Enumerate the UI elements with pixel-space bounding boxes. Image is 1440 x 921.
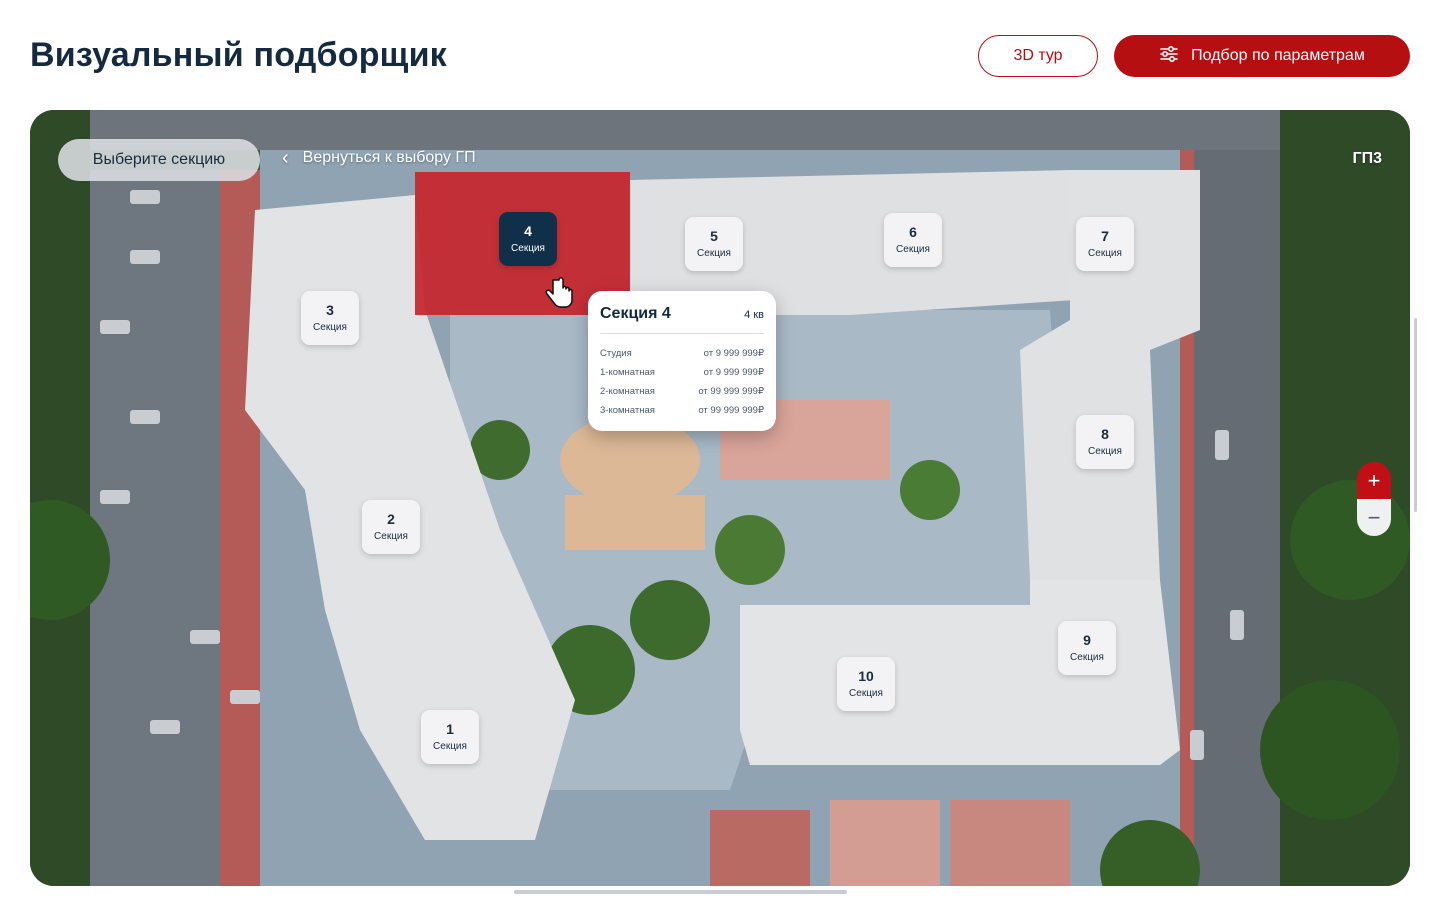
page-title: Визуальный подборщик <box>30 36 447 74</box>
horizontal-scrollbar[interactable] <box>514 890 847 894</box>
section-number: 3 <box>326 302 334 318</box>
filter-params-label: Подбор по параметрам <box>1191 47 1365 64</box>
3d-tour-button[interactable]: 3D тур <box>978 35 1098 77</box>
section-number: 7 <box>1101 228 1109 244</box>
section-label: Секция <box>697 248 731 259</box>
tooltip-row: 2-комнатная от 99 999 999₽ <box>600 382 764 401</box>
vertical-scrollbar[interactable] <box>1414 318 1417 512</box>
hand-cursor-icon <box>545 277 573 308</box>
zoom-in-button[interactable]: + <box>1357 462 1391 499</box>
section-label: Секция <box>1088 446 1122 457</box>
select-section-chip[interactable]: Выберите секцию <box>58 139 260 181</box>
section-number: 2 <box>387 511 395 527</box>
tooltip-row: Студия от 9 999 999₽ <box>600 344 764 363</box>
section-badge-9[interactable]: 9 Секция <box>1058 621 1116 675</box>
apartment-price: от 9 999 999₽ <box>703 367 764 378</box>
section-number: 5 <box>710 228 718 244</box>
section-badge-2[interactable]: 2 Секция <box>362 500 420 554</box>
section-label: Секция <box>511 243 545 254</box>
section-label: Секция <box>313 322 347 333</box>
apartment-price: от 99 999 999₽ <box>698 386 764 397</box>
apartment-price: от 9 999 999₽ <box>703 348 764 359</box>
site-plan-map[interactable]: Выберите секцию ‹ Вернуться к выбору ГП … <box>30 110 1410 886</box>
sliders-icon <box>1159 44 1179 69</box>
section-label: Секция <box>374 531 408 542</box>
apartment-type: 3-комнатная <box>600 405 655 416</box>
section-number: 9 <box>1083 632 1091 648</box>
section-badge-4[interactable]: 4 Секция <box>499 212 557 266</box>
zoom-out-button[interactable]: − <box>1357 499 1391 536</box>
section-number: 10 <box>858 668 874 684</box>
section-badge-6[interactable]: 6 Секция <box>884 213 942 267</box>
back-to-gp-label: Вернуться к выбору ГП <box>302 149 476 166</box>
section-label: Секция <box>433 741 467 752</box>
3d-tour-label: 3D тур <box>1013 47 1063 64</box>
section-number: 6 <box>909 224 917 240</box>
section-badge-3[interactable]: 3 Секция <box>301 291 359 345</box>
section-label: Секция <box>896 244 930 255</box>
tooltip-row: 3-комнатная от 99 999 999₽ <box>600 401 764 420</box>
section-number: 1 <box>446 721 454 737</box>
section-number: 8 <box>1101 426 1109 442</box>
section-label: Секция <box>1070 652 1104 663</box>
section-label: Секция <box>1088 248 1122 259</box>
section-badge-7[interactable]: 7 Секция <box>1076 217 1134 271</box>
chevron-left-icon: ‹ <box>282 147 289 169</box>
apartment-type: 1-комнатная <box>600 367 655 378</box>
apartment-type: Студия <box>600 348 632 359</box>
tooltip-count: 4 кв <box>744 309 764 321</box>
select-section-label: Выберите секцию <box>92 151 226 168</box>
tooltip-title: Секция 4 <box>600 305 671 322</box>
zoom-controls: + − <box>1357 462 1391 536</box>
section-badge-10[interactable]: 10 Секция <box>837 657 895 711</box>
tooltip-row: 1-комнатная от 9 999 999₽ <box>600 363 764 382</box>
building-label: ГП3 <box>1352 150 1382 167</box>
back-to-gp-link[interactable]: ‹ Вернуться к выбору ГП <box>282 148 476 168</box>
apartment-type: 2-комнатная <box>600 386 655 397</box>
section-label: Секция <box>849 688 883 699</box>
section-badge-1[interactable]: 1 Секция <box>421 710 479 764</box>
filter-params-button[interactable]: Подбор по параметрам <box>1114 35 1410 77</box>
section-badge-5[interactable]: 5 Секция <box>685 217 743 271</box>
section-number: 4 <box>524 223 532 239</box>
apartment-price: от 99 999 999₽ <box>698 405 764 416</box>
section-badge-8[interactable]: 8 Секция <box>1076 415 1134 469</box>
section-tooltip: Секция 4 4 кв Студия от 9 999 999₽ 1-ком… <box>588 291 776 431</box>
